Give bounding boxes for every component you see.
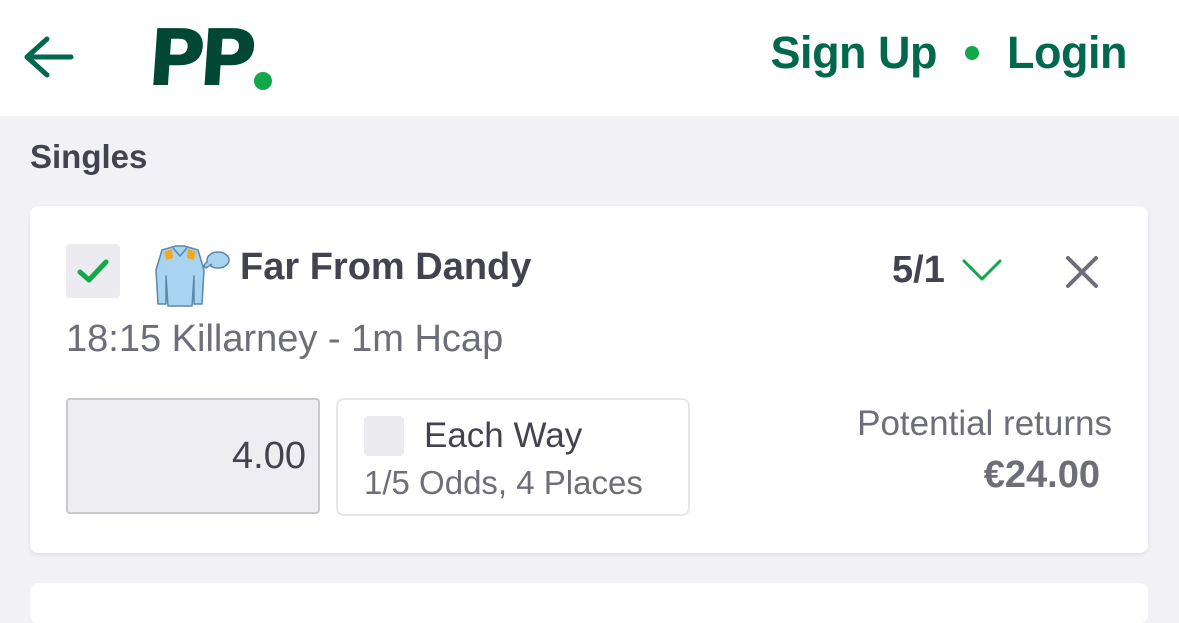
selection-name: Far From Dandy (240, 246, 532, 288)
logo-text: PP (144, 14, 254, 104)
selection-checkbox[interactable] (66, 244, 120, 298)
potential-returns-value: €24.00 (983, 454, 1100, 496)
login-link[interactable]: Login (1007, 27, 1127, 79)
each-way-checkbox[interactable] (364, 416, 404, 456)
chevron-down-icon (961, 257, 1003, 283)
odds-dropdown[interactable]: 5/1 (892, 248, 1003, 292)
separator-dot (965, 46, 980, 60)
sign-up-link[interactable]: Sign Up (771, 27, 938, 79)
logo-dot (254, 72, 273, 90)
each-way-toggle[interactable]: Each Way 1/5 Odds, 4 Places (336, 398, 690, 516)
arrow-left-icon (24, 36, 74, 78)
bet-selection-card: Far From Dandy 5/1 18:15 Killarney - 1m … (30, 206, 1148, 553)
stake-input[interactable] (66, 398, 320, 514)
next-bet-card (30, 583, 1148, 623)
auth-links: Sign Up Login (771, 22, 1128, 84)
each-way-label: Each Way (424, 416, 583, 455)
remove-selection-button[interactable] (1062, 252, 1102, 292)
odds-value: 5/1 (892, 248, 945, 291)
top-bar: PP Sign Up Login (0, 0, 1179, 116)
back-button[interactable] (18, 26, 80, 88)
paddy-power-logo[interactable]: PP (144, 10, 273, 104)
section-title: Singles (30, 138, 148, 175)
event-info: 18:15 Killarney - 1m Hcap (66, 318, 504, 360)
checkmark-icon (77, 259, 109, 283)
potential-returns-label: Potential returns (857, 404, 1112, 443)
jockey-silks-icon (155, 245, 230, 307)
close-icon (1066, 256, 1098, 288)
each-way-terms: 1/5 Odds, 4 Places (364, 464, 643, 501)
